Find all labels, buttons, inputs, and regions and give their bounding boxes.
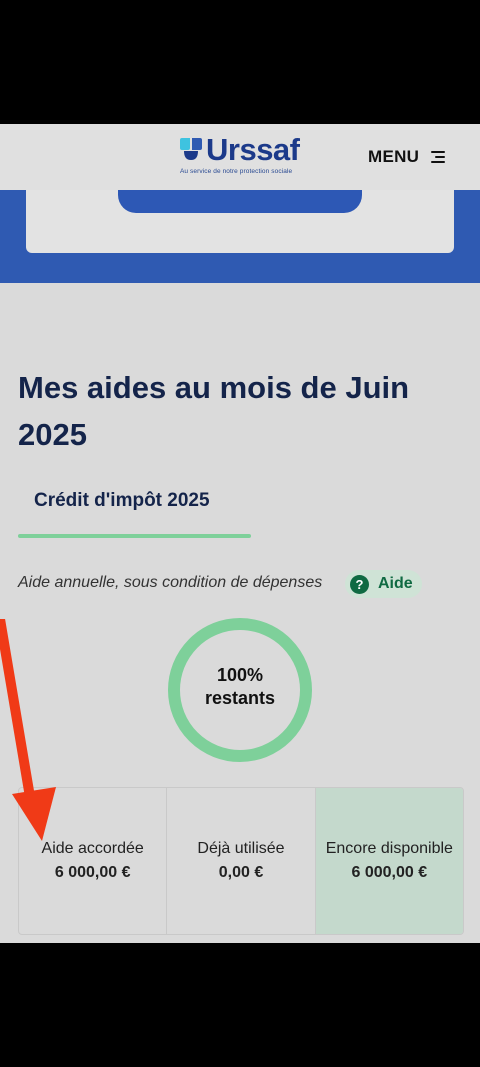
active-tab-indicator [18,534,251,538]
stat-label: Déjà utilisée [197,840,285,857]
tab-label: Crédit d'impôt 2025 [34,490,210,511]
stat-deja-utilisee: Déjà utilisée 0,00 € [167,788,316,934]
stat-value: 6 000,00 € [54,864,131,881]
progress-ring-label: 100% restants [166,664,314,710]
menu-button[interactable]: MENU [368,144,446,170]
stat-encore-disponible: Encore disponible 6 000,00 € [315,788,463,934]
stat-value: 0,00 € [218,864,264,881]
page-title: Mes aides au mois de Juin 2025 [18,370,410,452]
help-label: Aide [378,575,413,592]
stat-label: Encore disponible [325,840,453,857]
stat-label: Aide accordée [41,840,144,857]
logo-mark-icon [180,138,202,160]
progress-percent: 100% [216,665,264,685]
logo-wordmark: Urssaf [206,132,300,167]
question-mark-icon: ? [350,574,369,594]
aid-description: Aide annuelle, sous condition de dépense… [18,574,323,591]
stat-aide-accordee: Aide accordée 6 000,00 € [19,788,168,934]
logo-tagline: Au service de notre protection sociale [180,168,293,175]
tab-credit-impot[interactable]: Crédit d'impôt 2025 [18,480,251,540]
app-screen: Urssaf Au service de notre protection so… [0,124,480,943]
menu-label: MENU [368,147,420,166]
urssaf-logo[interactable]: Urssaf Au service de notre protection so… [178,132,308,182]
help-button[interactable]: ? Aide [345,570,422,598]
progress-caption: restants [204,688,276,708]
status-bar-area [0,0,480,124]
stat-value: 6 000,00 € [351,864,428,881]
hamburger-menu-icon [431,150,446,164]
site-header: Urssaf Au service de notre protection so… [0,124,480,190]
navigation-bar-area [0,943,480,1067]
hero-action-button[interactable] [118,190,362,213]
aid-summary-table: Aide accordée 6 000,00 € Déjà utilisée 0… [18,787,464,935]
